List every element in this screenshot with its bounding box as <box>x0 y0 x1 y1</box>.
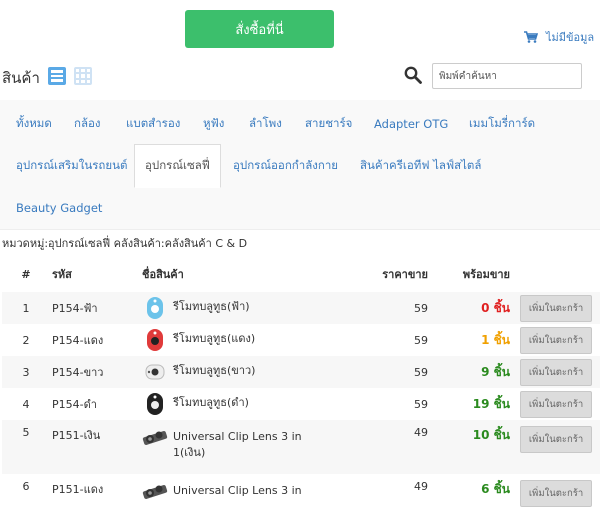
table-row: 3 P154-ขาว รีโมทบลูทูธ(ขาว) 59 9 ชิ้น เพ… <box>2 356 600 388</box>
tab-beauty-gadget[interactable]: Beauty Gadget <box>16 186 102 230</box>
page: สั่งซื้อที่นี่ ไม่มีข้อมูล สินค้า ทั้งหม… <box>0 0 600 510</box>
order-here-button[interactable]: สั่งซื้อที่นี่ <box>185 10 334 48</box>
stock-count: 10 ชิ้น <box>472 428 510 442</box>
header-stock: พร้อมขาย <box>462 268 510 281</box>
clip-lens-icon <box>142 426 168 450</box>
row-index: 2 <box>22 333 30 347</box>
add-to-cart-button[interactable]: เพิ่มในตะกร้า <box>520 480 592 507</box>
row-index: 3 <box>22 365 30 379</box>
row-index: 5 <box>22 426 30 439</box>
grid-view-icon[interactable] <box>74 67 92 85</box>
row-index: 6 <box>22 480 30 493</box>
stock-count: 19 ชิ้น <box>472 396 510 411</box>
product-price: 59 <box>414 301 428 315</box>
table-row: 2 P154-แดง รีโมทบลูทูธ(แดง) 59 1 ชิ้น เพ… <box>2 324 600 356</box>
product-code: P151-แดง <box>52 483 104 496</box>
tab-powerbank[interactable]: แบตสำรอง <box>126 102 180 146</box>
tab-memory-card[interactable]: เมมโมรี่การ์ด <box>469 102 535 146</box>
product-name[interactable]: รีโมทบลูทูธ(ดำ) <box>173 392 249 411</box>
product-code: P154-แดง <box>52 334 104 347</box>
cart-link[interactable]: ไม่มีข้อมูล <box>524 28 594 46</box>
tab-adapter-otg[interactable]: Adapter OTG <box>374 102 448 146</box>
product-name[interactable]: รีโมทบลูทูธ(ฟ้า) <box>173 296 250 315</box>
header-price: ราคาขาย <box>382 268 428 281</box>
header-action <box>514 256 600 292</box>
header-index: # <box>21 267 31 281</box>
product-code: P154-ฟ้า <box>52 302 98 315</box>
product-price: 59 <box>414 333 428 347</box>
stock-count: 1 ชิ้น <box>481 332 510 347</box>
add-to-cart-button[interactable]: เพิ่มในตะกร้า <box>520 326 592 354</box>
product-price: 59 <box>414 365 428 379</box>
product-code: P151-เงิน <box>52 429 101 442</box>
remote-black-icon <box>142 392 168 416</box>
stock-count: 6 ชิ้น <box>481 482 510 496</box>
clip-lens-icon <box>142 480 168 504</box>
product-code: P154-ดำ <box>52 398 97 411</box>
row-index: 1 <box>22 301 30 315</box>
remote-blue-icon <box>142 296 168 320</box>
stock-count: 9 ชิ้น <box>481 364 510 379</box>
product-price: 49 <box>414 480 428 493</box>
header-code: รหัส <box>52 268 72 281</box>
shopping-cart-icon <box>524 31 538 43</box>
product-table: # รหัส ชื่อสินค้า ราคาขาย พร้อมขาย 1 P15… <box>2 256 600 510</box>
add-to-cart-button[interactable]: เพิ่มในตะกร้า <box>520 358 592 386</box>
add-to-cart-button[interactable]: เพิ่มในตะกร้า <box>520 390 592 418</box>
table-row: 5 P151-เงิน Universal Clip Lens 3 in 1(เ… <box>2 420 600 474</box>
tab-all[interactable]: ทั้งหมด <box>16 102 52 146</box>
row-index: 4 <box>22 397 30 411</box>
products-title: สินค้า <box>2 69 40 87</box>
tab-camera[interactable]: กล้อง <box>74 102 101 146</box>
cart-status: ไม่มีข้อมูล <box>546 31 595 44</box>
tab-speakers[interactable]: ลำโพง <box>249 102 282 146</box>
product-name[interactable]: Universal Clip Lens 3 in 1(เงิน) <box>173 426 332 461</box>
category-path: หมวดหมู่:อุปกรณ์เซลฟี่ คลังสินค้า:คลังสิ… <box>2 237 248 250</box>
search-input[interactable] <box>432 63 582 89</box>
search-icon[interactable] <box>404 66 422 84</box>
tab-headphones[interactable]: หูฟัง <box>203 102 224 146</box>
category-tabs: ทั้งหมด กล้อง แบตสำรอง หูฟัง ลำโพง สายชา… <box>0 100 600 230</box>
tab-creative-lifestyle[interactable]: สินค้าครีเอทีฟ ไลฟ์สไตล์ <box>360 144 481 188</box>
product-code: P154-ขาว <box>52 366 104 379</box>
product-name[interactable]: รีโมทบลูทูธ(ขาว) <box>173 360 255 379</box>
tab-selfie[interactable]: อุปกรณ์เซลฟี่ <box>134 144 221 188</box>
stock-count: 0 ชิ้น <box>481 300 510 315</box>
product-price: 49 <box>414 426 428 439</box>
add-to-cart-button[interactable]: เพิ่มในตะกร้า <box>520 426 592 453</box>
tab-exercise[interactable]: อุปกรณ์ออกกำลังกาย <box>233 144 338 188</box>
table-row: 1 P154-ฟ้า รีโมทบลูทูธ(ฟ้า) 59 0 ชิ้น เพ… <box>2 292 600 324</box>
header-name: ชื่อสินค้า <box>142 268 184 281</box>
product-price: 59 <box>414 397 428 411</box>
remote-white-icon <box>142 360 168 384</box>
add-to-cart-button[interactable]: เพิ่มในตะกร้า <box>520 294 592 322</box>
tab-cables[interactable]: สายชาร์จ <box>305 102 352 146</box>
remote-red-icon <box>142 328 168 352</box>
product-name[interactable]: รีโมทบลูทูธ(แดง) <box>173 328 255 347</box>
product-name[interactable]: Universal Clip Lens 3 in <box>173 480 302 499</box>
list-view-icon[interactable] <box>48 67 66 85</box>
table-row: 4 P154-ดำ รีโมทบลูทูธ(ดำ) 59 19 ชิ้น เพิ… <box>2 388 600 420</box>
tab-car-accessories[interactable]: อุปกรณ์เสริมในรถยนต์ <box>16 144 127 188</box>
table-row: 6 P151-แดง Universal Clip Lens 3 in 49 6… <box>2 474 600 510</box>
